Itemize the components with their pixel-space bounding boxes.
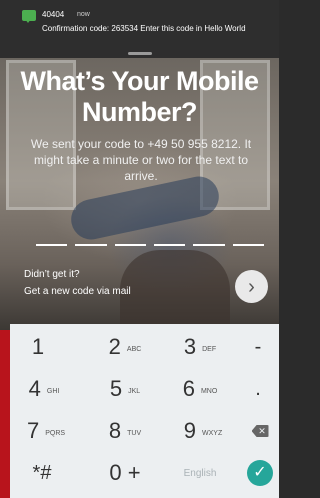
key-1[interactable]: 1 <box>10 326 66 368</box>
code-digit-slot[interactable] <box>193 244 225 246</box>
sms-notification[interactable]: 40404 now Confirmation code: 263534 Ente… <box>0 0 279 58</box>
key-2[interactable]: 2 ABC <box>90 326 160 368</box>
key-star-hash[interactable]: *# <box>14 452 70 494</box>
code-digit-slot[interactable] <box>153 244 186 246</box>
key-5[interactable]: 5 JKL <box>90 368 160 410</box>
photo-adult <box>120 250 230 330</box>
new-code-via-mail-link[interactable]: Get a new code via mail <box>24 286 131 297</box>
done-key[interactable]: ✓ <box>242 452 278 494</box>
message-icon <box>22 10 36 23</box>
check-icon: ✓ <box>247 460 273 486</box>
language-key[interactable]: English <box>165 452 235 494</box>
page-title: What’s Your Mobile Number? <box>20 66 259 127</box>
key-4[interactable]: 4 GHI <box>14 368 74 410</box>
notification-drag-handle[interactable] <box>128 52 152 55</box>
code-digit-slot[interactable] <box>232 244 264 246</box>
key-8[interactable]: 8 TUV <box>90 410 160 452</box>
backspace-icon: ✕ <box>251 425 269 437</box>
notification-sender: 40404 <box>42 10 65 19</box>
app-screen: 40404 now Confirmation code: 263534 Ente… <box>0 0 279 498</box>
code-digit-slot[interactable] <box>36 244 68 246</box>
key-9[interactable]: 9 WXYZ <box>165 410 241 452</box>
key-0[interactable]: 0 + <box>90 452 160 494</box>
code-input[interactable] <box>36 244 264 248</box>
numeric-keyboard: 1 2 ABC 3 DEF - 4 GHI 5 JKL 6 MNO . 7 PQ… <box>10 324 279 498</box>
notification-message: Confirmation code: 263534 Enter this cod… <box>42 24 246 33</box>
page-subtitle: We sent your code to +49 50 955 8212. It… <box>30 137 252 183</box>
code-digit-slot[interactable] <box>75 244 107 246</box>
notification-time: now <box>77 11 90 18</box>
key-period[interactable]: . <box>240 368 276 410</box>
next-button[interactable]: › <box>235 270 268 303</box>
didnt-get-label: Didn’t get it? <box>24 269 80 280</box>
key-6[interactable]: 6 MNO <box>165 368 235 410</box>
key-3[interactable]: 3 DEF <box>165 326 235 368</box>
backspace-key[interactable]: ✕ <box>242 410 278 452</box>
key-minus[interactable]: - <box>240 326 276 368</box>
chevron-right-icon: › <box>248 275 255 298</box>
key-7[interactable]: 7 PQRS <box>14 410 78 452</box>
code-digit-slot[interactable] <box>114 244 146 246</box>
